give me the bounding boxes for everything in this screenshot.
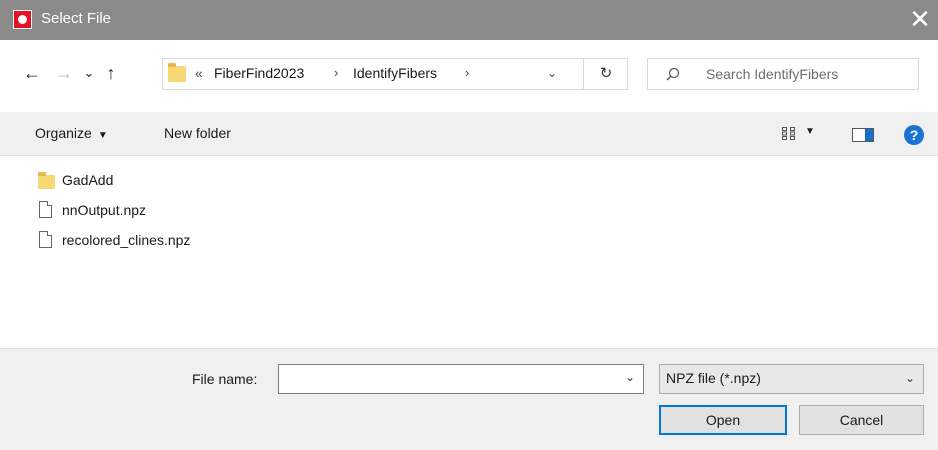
- file-name-label: recolored_clines.npz: [62, 232, 191, 248]
- preview-pane-icon[interactable]: [852, 128, 874, 142]
- search-icon: [666, 67, 680, 81]
- change-view-icon[interactable]: [781, 126, 797, 141]
- help-icon[interactable]: ?: [904, 125, 924, 145]
- chevron-down-icon: ⌄: [904, 371, 915, 385]
- dialog-footer: File name: ⌄ NPZ file (*.npz) ⌄ Open Can…: [0, 348, 938, 450]
- file-name-label: nnOutput.npz: [62, 202, 147, 218]
- search-input[interactable]: Search IdentifyFibers: [706, 66, 838, 82]
- new-folder-button[interactable]: New folder: [164, 125, 231, 141]
- breadcrumb-overflow[interactable]: «: [195, 65, 203, 81]
- chevron-down-icon[interactable]: ⌄: [547, 66, 557, 80]
- close-icon[interactable]: ✕: [906, 3, 934, 35]
- app-icon: [13, 10, 32, 29]
- refresh-icon[interactable]: ↻: [583, 59, 628, 89]
- view-options-caret-icon[interactable]: ▼: [805, 126, 815, 137]
- caret-down-icon: ▼: [97, 130, 108, 141]
- search-box[interactable]: Search IdentifyFibers: [647, 58, 919, 90]
- command-toolbar: Organize ▼ New folder ▼ ?: [0, 112, 938, 156]
- navigation-bar: ← → ⌄ ↑ « FiberFind2023 › IdentifyFibers…: [0, 40, 938, 102]
- breadcrumb-fiberfind2023[interactable]: FiberFind2023: [214, 65, 304, 81]
- file-type-select[interactable]: NPZ file (*.npz) ⌄: [659, 364, 924, 394]
- forward-button[interactable]: →: [52, 62, 76, 84]
- file-type-value: NPZ file (*.npz): [666, 370, 761, 386]
- organize-button[interactable]: Organize ▼: [35, 125, 108, 141]
- address-bar[interactable]: « FiberFind2023 › IdentifyFibers › ⌄ ↻: [162, 58, 628, 90]
- breadcrumb-separator[interactable]: ›: [465, 65, 469, 80]
- folder-icon: [168, 63, 186, 82]
- open-button[interactable]: Open: [659, 405, 787, 435]
- up-button[interactable]: ↑: [99, 62, 123, 84]
- folder-icon: [38, 172, 55, 189]
- file-icon: [39, 201, 52, 218]
- breadcrumb-separator[interactable]: ›: [334, 65, 338, 80]
- file-icon: [39, 231, 52, 248]
- file-name-input[interactable]: ⌄: [278, 364, 644, 394]
- organize-label: Organize: [35, 125, 92, 141]
- breadcrumb-identifyfibers[interactable]: IdentifyFibers: [353, 65, 437, 81]
- chevron-down-icon[interactable]: ⌄: [625, 370, 635, 384]
- cancel-button[interactable]: Cancel: [799, 405, 924, 435]
- recent-locations-button[interactable]: ⌄: [77, 62, 101, 84]
- file-list: GadAdd nnOutput.npz recolored_clines.npz: [0, 156, 938, 348]
- file-name-label: GadAdd: [62, 172, 114, 188]
- file-name-field-label: File name:: [192, 371, 258, 387]
- back-button[interactable]: ←: [20, 62, 44, 84]
- window-title: Select File: [41, 10, 112, 27]
- title-bar: Select File ✕: [0, 0, 938, 40]
